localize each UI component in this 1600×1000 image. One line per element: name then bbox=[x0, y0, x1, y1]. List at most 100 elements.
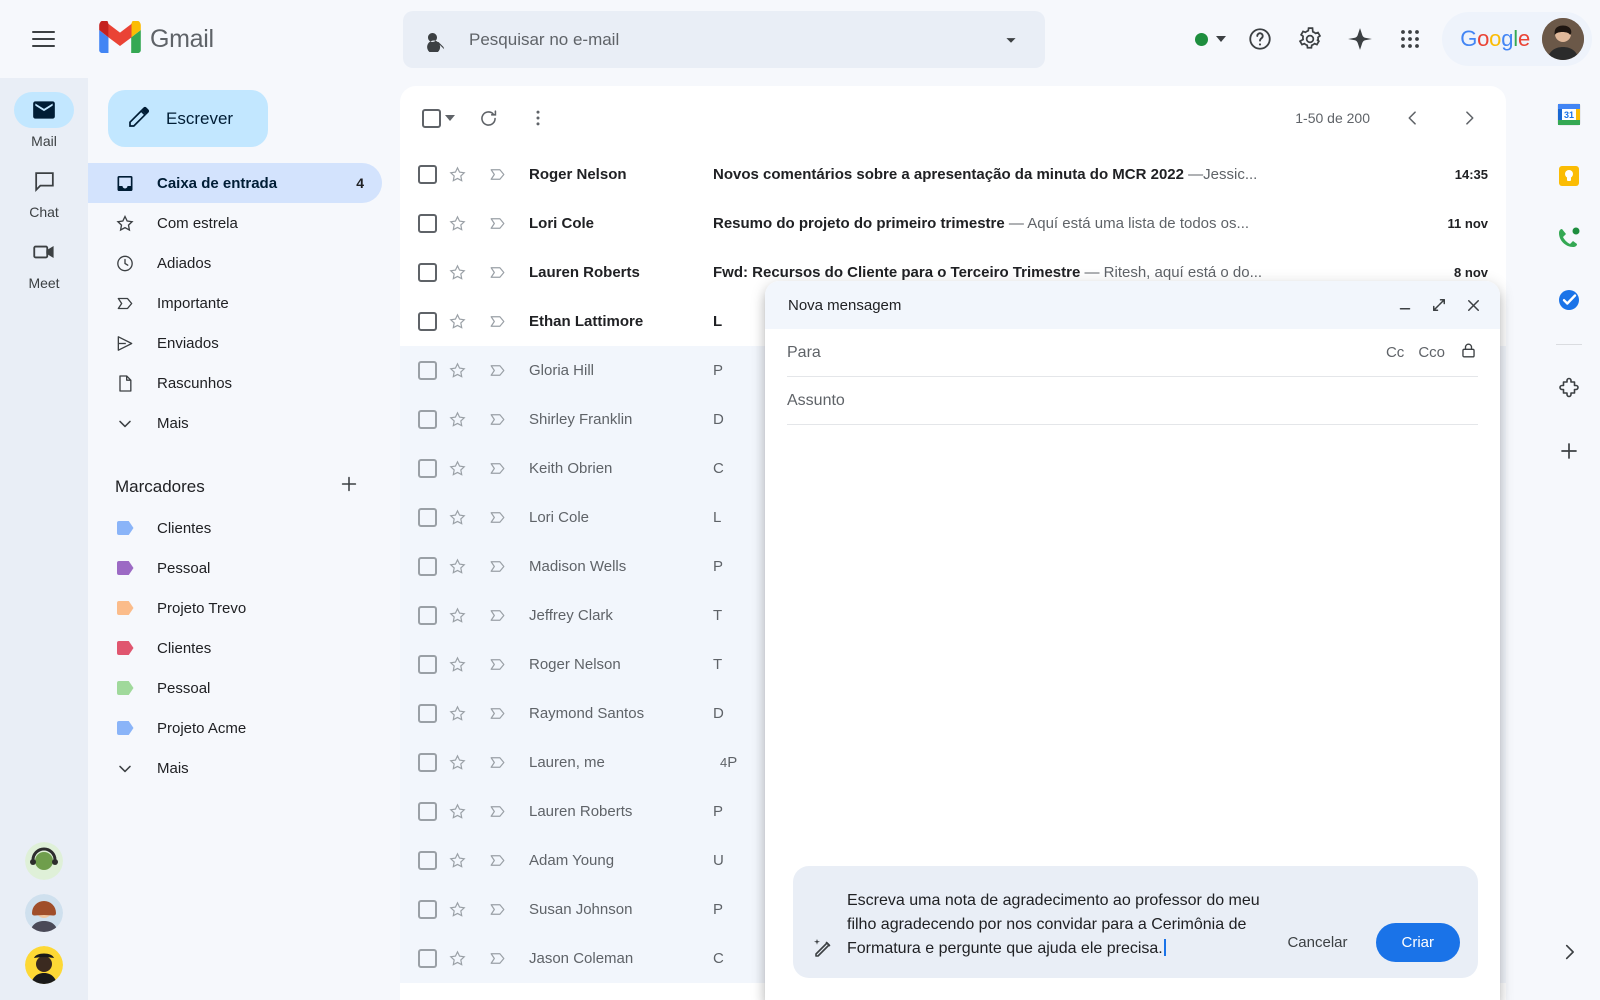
sidebar-item-inbox[interactable]: Caixa de entrada 4 bbox=[88, 163, 382, 203]
to-input[interactable] bbox=[787, 344, 1386, 362]
rail-item-mail[interactable]: Mail bbox=[6, 92, 82, 149]
lock-icon[interactable] bbox=[1459, 341, 1478, 365]
sidebar-label-clientes-red[interactable]: Clientes bbox=[88, 628, 382, 668]
help-question-icon[interactable] bbox=[1236, 15, 1284, 63]
search-input[interactable] bbox=[459, 30, 987, 50]
star-icon[interactable] bbox=[437, 165, 477, 184]
user-avatar[interactable] bbox=[1542, 18, 1584, 60]
bcc-link[interactable]: Cco bbox=[1418, 344, 1445, 361]
ai-prompt-box[interactable]: Escreva uma nota de agradecimento ao pro… bbox=[793, 866, 1478, 978]
ai-prompt-text[interactable]: Escreva uma nota de agradecimento ao pro… bbox=[847, 887, 1267, 961]
plus-icon[interactable] bbox=[338, 473, 360, 500]
star-icon[interactable] bbox=[437, 361, 477, 380]
row-checkbox[interactable] bbox=[418, 312, 437, 331]
row-checkbox[interactable] bbox=[418, 214, 437, 233]
subject-input[interactable] bbox=[787, 392, 1478, 410]
chevron-right-icon[interactable] bbox=[1448, 97, 1490, 139]
row-checkbox[interactable] bbox=[418, 606, 437, 625]
sidebar-label-projeto-acme[interactable]: Projeto Acme bbox=[88, 708, 382, 748]
star-icon[interactable] bbox=[437, 851, 477, 870]
cc-link[interactable]: Cc bbox=[1386, 344, 1404, 361]
cancel-button[interactable]: Cancelar bbox=[1277, 926, 1357, 959]
row-checkbox[interactable] bbox=[418, 704, 437, 723]
star-icon[interactable] bbox=[437, 704, 477, 723]
sidebar-item-important[interactable]: Importante bbox=[88, 283, 382, 323]
compose-body[interactable]: Escreva uma nota de agradecimento ao pro… bbox=[765, 425, 1500, 1000]
apps-grid-icon[interactable] bbox=[1386, 15, 1434, 63]
row-checkbox[interactable] bbox=[418, 851, 437, 870]
star-icon[interactable] bbox=[437, 802, 477, 821]
compose-button[interactable]: Escrever bbox=[108, 90, 268, 147]
star-icon[interactable] bbox=[437, 606, 477, 625]
expand-diagonal-icon[interactable] bbox=[1422, 288, 1456, 322]
compose-to-field[interactable]: Cc Cco bbox=[787, 329, 1478, 377]
puzzle-piece-icon[interactable] bbox=[1549, 369, 1589, 409]
important-chevron-icon[interactable] bbox=[477, 361, 517, 380]
hamburger-menu-icon[interactable] bbox=[19, 15, 67, 63]
row-checkbox[interactable] bbox=[418, 802, 437, 821]
star-icon[interactable] bbox=[437, 900, 477, 919]
contact-avatar-1[interactable] bbox=[25, 842, 63, 880]
important-chevron-icon[interactable] bbox=[477, 410, 517, 429]
compose-header[interactable]: Nova mensagem bbox=[765, 281, 1500, 329]
contact-avatar-3[interactable] bbox=[25, 946, 63, 984]
row-checkbox[interactable] bbox=[418, 410, 437, 429]
row-checkbox[interactable] bbox=[418, 900, 437, 919]
star-icon[interactable] bbox=[437, 508, 477, 527]
sparkle-icon[interactable] bbox=[1336, 15, 1384, 63]
star-icon[interactable] bbox=[437, 753, 477, 772]
create-button[interactable]: Criar bbox=[1376, 923, 1461, 962]
search-bar[interactable] bbox=[403, 11, 1045, 68]
row-checkbox[interactable] bbox=[418, 655, 437, 674]
important-chevron-icon[interactable] bbox=[477, 655, 517, 674]
chevron-left-icon[interactable] bbox=[1392, 97, 1434, 139]
rail-item-chat[interactable]: Chat bbox=[6, 163, 82, 220]
table-row[interactable]: Roger NelsonNovos comentários sobre a ap… bbox=[400, 150, 1506, 199]
google-tasks-icon[interactable] bbox=[1549, 280, 1589, 320]
sidebar-label-pessoal-green[interactable]: Pessoal bbox=[88, 668, 382, 708]
sidebar-label-clientes-blue[interactable]: Clientes bbox=[88, 508, 382, 548]
important-chevron-icon[interactable] bbox=[477, 557, 517, 576]
important-chevron-icon[interactable] bbox=[477, 459, 517, 478]
star-icon[interactable] bbox=[437, 214, 477, 233]
important-chevron-icon[interactable] bbox=[477, 949, 517, 968]
row-checkbox[interactable] bbox=[418, 165, 437, 184]
row-checkbox[interactable] bbox=[418, 508, 437, 527]
sidebar-item-drafts[interactable]: Rascunhos bbox=[88, 363, 382, 403]
search-options-chevron-icon[interactable] bbox=[987, 16, 1035, 64]
search-icon[interactable] bbox=[411, 16, 459, 64]
star-icon[interactable] bbox=[437, 655, 477, 674]
refresh-icon[interactable] bbox=[467, 97, 509, 139]
gear-icon[interactable] bbox=[1286, 15, 1334, 63]
table-row[interactable]: Lori ColeResumo do projeto do primeiro t… bbox=[400, 199, 1506, 248]
google-contacts-phone-icon[interactable] bbox=[1549, 218, 1589, 258]
sidebar-label-projeto-trevo[interactable]: Projeto Trevo bbox=[88, 588, 382, 628]
star-icon[interactable] bbox=[437, 263, 477, 282]
more-vertical-icon[interactable] bbox=[517, 97, 559, 139]
sidebar-item-snoozed[interactable]: Adiados bbox=[88, 243, 382, 283]
select-all-checkbox[interactable] bbox=[418, 109, 459, 128]
star-icon[interactable] bbox=[437, 410, 477, 429]
sidebar-labels-more[interactable]: Mais bbox=[88, 748, 382, 788]
important-chevron-icon[interactable] bbox=[477, 312, 517, 331]
star-icon[interactable] bbox=[437, 949, 477, 968]
rail-item-meet[interactable]: Meet bbox=[6, 234, 82, 291]
important-chevron-icon[interactable] bbox=[477, 753, 517, 772]
star-icon[interactable] bbox=[437, 557, 477, 576]
important-chevron-icon[interactable] bbox=[477, 165, 517, 184]
compose-subject-field[interactable] bbox=[787, 377, 1478, 425]
contact-avatar-2[interactable] bbox=[25, 894, 63, 932]
row-checkbox[interactable] bbox=[418, 753, 437, 772]
status-badge[interactable] bbox=[1187, 27, 1234, 52]
chevron-right-icon[interactable] bbox=[1549, 932, 1589, 972]
minimize-icon[interactable] bbox=[1388, 288, 1422, 322]
sidebar-item-starred[interactable]: Com estrela bbox=[88, 203, 382, 243]
row-checkbox[interactable] bbox=[418, 949, 437, 968]
row-checkbox[interactable] bbox=[418, 361, 437, 380]
important-chevron-icon[interactable] bbox=[477, 263, 517, 282]
star-icon[interactable] bbox=[437, 459, 477, 478]
important-chevron-icon[interactable] bbox=[477, 214, 517, 233]
important-chevron-icon[interactable] bbox=[477, 704, 517, 723]
row-checkbox[interactable] bbox=[418, 459, 437, 478]
gmail-brand[interactable]: Gmail bbox=[99, 21, 214, 58]
